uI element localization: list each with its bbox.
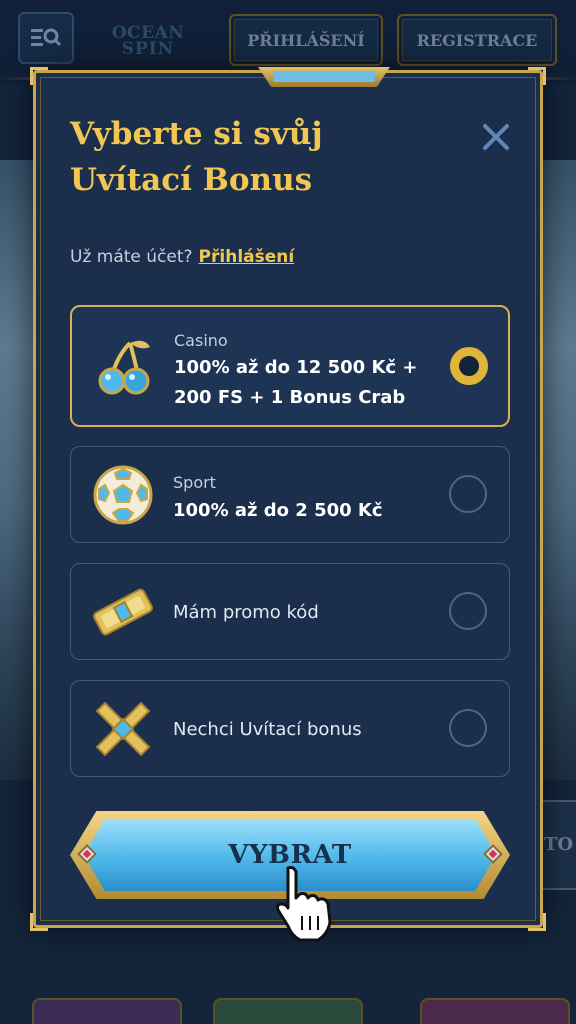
bonus-option-promo-code[interactable]: Mám promo kód (70, 563, 510, 660)
option-radio[interactable] (450, 347, 488, 385)
corner-ornament (528, 913, 546, 931)
option-category: Sport (173, 473, 216, 492)
option-radio[interactable] (449, 475, 487, 513)
game-thumbnail[interactable] (420, 998, 570, 1024)
welcome-bonus-modal: Vyberte si svůj Uvítací Bonus Už máte úč… (30, 67, 546, 931)
ticket-icon (93, 588, 153, 636)
cross-icon (95, 701, 151, 757)
login-link[interactable]: Přihlášení (199, 247, 295, 267)
game-thumbnails (0, 990, 576, 1024)
cherries-icon (98, 340, 150, 395)
close-button[interactable] (478, 119, 514, 155)
game-thumbnail[interactable] (213, 998, 363, 1024)
header-register-button[interactable]: REGISTRACE (397, 14, 557, 66)
header-login-button[interactable]: PŘIHLÁŠENÍ (229, 14, 383, 66)
option-offer: 100% až do 2 500 Kč (173, 500, 383, 521)
close-icon (483, 124, 509, 150)
login-prompt: Už máte účet? Přihlášení (70, 247, 294, 267)
option-label: Nechci Uvítací bonus (173, 719, 362, 740)
soccer-ball-icon (93, 465, 153, 525)
login-prompt-text: Už máte účet? (70, 247, 193, 267)
modal-title: Vyberte si svůj Uvítací Bonus (70, 116, 323, 198)
ocean-spin-logo[interactable]: OCEAN SPIN (104, 12, 192, 70)
option-radio[interactable] (449, 592, 487, 630)
corner-ornament (30, 67, 48, 85)
menu-search-button[interactable] (18, 12, 74, 64)
option-label: Mám promo kód (173, 602, 319, 623)
bonus-option-casino[interactable]: Casino 100% až do 12 500 Kč + 200 FS + 1… (70, 305, 510, 427)
hand-pointer-icon (276, 866, 332, 942)
bonus-option-no-bonus[interactable]: Nechci Uvítací bonus (70, 680, 510, 777)
corner-ornament (528, 67, 546, 85)
option-offer: 100% až do 12 500 Kč + 200 FS + 1 Bonus … (174, 357, 418, 408)
menu-search-icon (31, 28, 61, 47)
bonus-option-sport[interactable]: Sport 100% až do 2 500 Kč (70, 446, 510, 543)
corner-ornament (30, 913, 48, 931)
modal-crest-gem (273, 71, 375, 82)
option-category: Casino (174, 331, 228, 350)
game-thumbnail[interactable] (32, 998, 182, 1024)
logo-text-2: SPIN (121, 39, 175, 59)
option-radio[interactable] (449, 709, 487, 747)
